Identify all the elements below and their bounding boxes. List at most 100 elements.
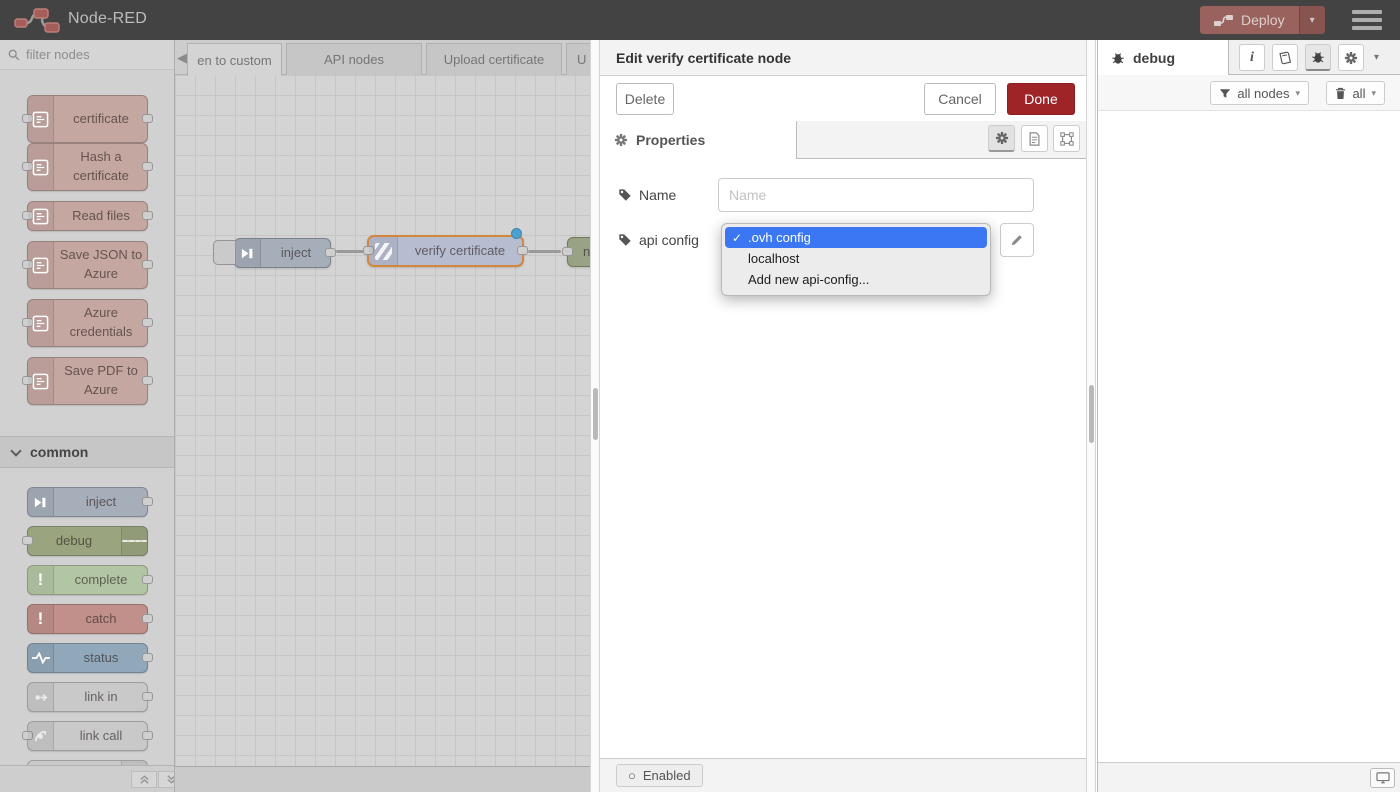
palette-node-label: inject [55,488,147,516]
edit-node-dialog: Edit verify certificate node Delete Canc… [600,40,1086,792]
appearance-button[interactable] [1053,125,1080,152]
palette-node-certificate[interactable]: certificate [27,95,148,143]
info-icon: i [1250,50,1254,66]
node-palette: certificate Hash a certificate Read file… [0,40,175,792]
dropdown-option-add-new[interactable]: Add new api-config... [725,269,987,290]
main-menu-button[interactable] [1352,10,1382,30]
palette-node-read-files[interactable]: Read files [27,201,148,231]
palette-node-label: debug [28,527,120,555]
debug-list-icon [121,527,147,555]
certificate-icon [28,300,54,346]
bug-icon [1111,51,1125,65]
bug-icon [1311,50,1325,64]
tab-debug[interactable]: debug [1098,40,1229,75]
certificate-icon [28,96,54,142]
canvas-grid[interactable]: inject verify certificate n [175,75,590,766]
exclamation-icon: ! [28,566,54,594]
palette-node-complete[interactable]: ! complete [27,565,148,595]
scrollbar-thumb[interactable] [1089,385,1094,443]
flow-node-verify-certificate[interactable]: verify certificate [367,235,524,267]
canvas-scrollbar[interactable] [590,40,600,792]
palette-node-label: complete [55,566,147,594]
palette-node-label: catch [55,605,147,633]
flow-tab-4[interactable]: U [566,43,590,75]
sidebar-tab-bar: debug i ▾ [1098,40,1400,75]
name-input[interactable] [718,178,1034,212]
tab-properties[interactable]: Properties [600,121,797,159]
dialog-body: Name api config ✓ .ovh config localhost … [600,159,1086,758]
circle-icon: ○ [628,768,636,783]
flow-tab-3[interactable]: Upload certificate [426,43,562,75]
node-changed-indicator [511,228,522,239]
open-debug-window-button[interactable] [1370,768,1395,788]
dialog-button-row: Delete Cancel Done [600,76,1086,121]
cancel-button[interactable]: Cancel [924,83,996,115]
flow-node-label: inject [262,239,330,267]
help-tab-button[interactable] [1272,44,1298,71]
link-icon [28,683,54,711]
palette-node-link-in[interactable]: link in [27,682,148,712]
palette-search[interactable] [0,40,175,70]
gear-icon [995,131,1009,145]
enabled-toggle-button[interactable]: ○ Enabled [616,764,703,787]
deploy-button[interactable]: Deploy ▾ [1200,6,1325,34]
deploy-options-arrow[interactable]: ▾ [1299,6,1325,34]
description-button[interactable] [1021,125,1048,152]
palette-footer [0,765,175,792]
monitor-icon [1376,772,1390,784]
tab-scroll-left-icon[interactable]: ◀ [177,50,187,66]
pencil-icon [1010,233,1024,247]
certificate-icon [28,242,54,288]
tab-debug-label: debug [1133,50,1175,66]
dialog-scrollbar[interactable] [1086,40,1096,792]
clear-messages-button[interactable]: all ▾ [1326,81,1385,105]
expand-all-button[interactable] [158,771,175,788]
dropdown-option-localhost[interactable]: localhost [725,248,987,269]
palette-node-status[interactable]: status [27,643,148,673]
flow-tab-2[interactable]: API nodes [286,43,422,75]
palette-category-common[interactable]: common [0,436,175,468]
info-tab-button[interactable]: i [1239,44,1265,71]
inject-trigger-button[interactable] [213,240,236,265]
palette-node-debug[interactable]: debug [27,526,148,556]
edit-properties-button[interactable] [988,125,1015,152]
certificate-icon [28,144,54,190]
palette-node-inject[interactable]: inject [27,487,148,517]
verify-certificate-icon [369,237,398,265]
api-config-field-label: api config [618,232,699,248]
debug-message-list[interactable] [1098,111,1400,762]
flow-tab-1[interactable]: en to custom [187,43,282,76]
flow-node-inject[interactable]: inject [234,238,331,268]
trash-icon [1335,87,1346,100]
flow-tab-bar: ◀ en to custom API nodes Upload certific… [175,40,590,75]
status-pulse-icon [28,644,54,672]
done-button[interactable]: Done [1007,83,1075,115]
edit-config-button[interactable] [1000,223,1034,257]
appearance-box-icon [1060,132,1074,146]
palette-node-hash-certificate[interactable]: Hash a certificate [27,143,148,191]
scrollbar-thumb[interactable] [593,388,598,440]
dropdown-option-ovh-config[interactable]: ✓ .ovh config [725,227,987,248]
wire[interactable] [528,250,561,253]
node-red-logo [14,7,60,33]
palette-node-save-pdf[interactable]: Save PDF to Azure [27,357,148,405]
dialog-header: Edit verify certificate node [600,40,1086,76]
collapse-all-button[interactable] [131,771,157,788]
filter-nodes-button[interactable]: all nodes ▾ [1210,81,1309,105]
delete-button[interactable]: Delete [616,83,674,115]
palette-node-link-call[interactable]: link call [27,721,148,751]
checkmark-icon: ✓ [732,231,748,245]
palette-scroll-area[interactable]: certificate Hash a certificate Read file… [0,70,175,765]
sidebar-menu-caret[interactable]: ▾ [1374,52,1379,63]
palette-node-catch[interactable]: ! catch [27,604,148,634]
debug-toolbar: all nodes ▾ all ▾ [1098,75,1400,111]
search-input[interactable] [26,47,146,62]
flow-node-partial[interactable]: n [567,237,590,267]
debug-tab-button[interactable] [1305,44,1331,71]
config-tab-button[interactable] [1338,44,1364,71]
flow-canvas[interactable]: inject verify certificate n ◀ en to cust… [175,40,590,792]
palette-node-label: Read files [55,202,147,230]
output-port[interactable] [325,248,336,257]
palette-node-azure-credentials[interactable]: Azure credentials [27,299,148,347]
palette-node-save-json[interactable]: Save JSON to Azure [27,241,148,289]
